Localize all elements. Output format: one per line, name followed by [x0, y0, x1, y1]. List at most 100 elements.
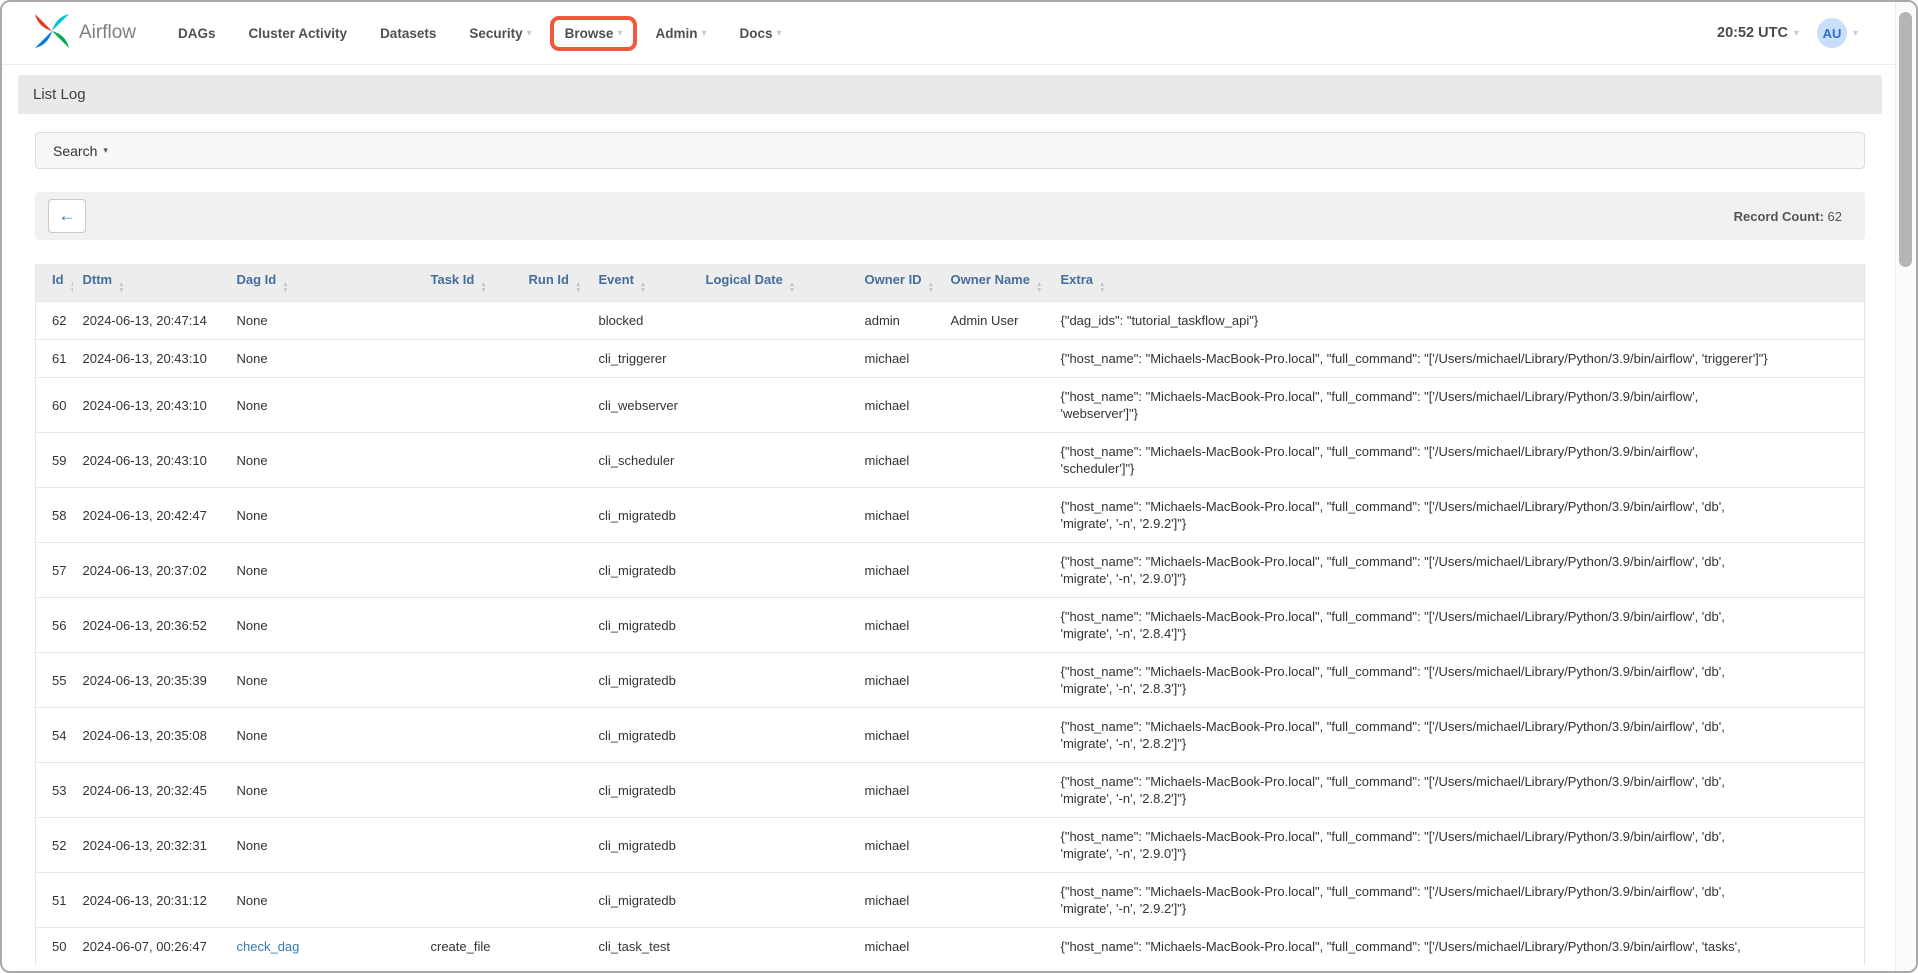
- cell-run-id: [519, 653, 589, 708]
- back-button[interactable]: ←: [48, 199, 86, 233]
- cell-owner-id: michael: [855, 763, 941, 818]
- sort-desc-icon: ▼: [70, 288, 73, 294]
- back-arrow-icon: ←: [59, 206, 76, 226]
- nav-items: DAGs Cluster Activity Datasets Security▾ Bro…: [178, 26, 782, 41]
- column-header-task-id[interactable]: Task Id▲▼: [421, 264, 519, 302]
- cell-owner-name: [941, 433, 1051, 488]
- table-row: 542024-06-13, 20:35:08Nonecli_migratedbm…: [36, 708, 1865, 763]
- column-header-dttm[interactable]: Dttm▲▼: [73, 264, 227, 302]
- table-body: 622024-06-13, 20:47:14NoneblockedadminAd…: [36, 302, 1865, 966]
- dag-link[interactable]: check_dag: [237, 939, 300, 954]
- sort-icon: ▲▼: [1099, 282, 1105, 293]
- cell-event: cli_migratedb: [589, 653, 696, 708]
- caret-down-icon: ▾: [1853, 28, 1858, 39]
- cell-dag-id: None: [227, 818, 421, 873]
- cell-extra: {"host_name": "Michaels-MacBook-Pro.loca…: [1051, 653, 1865, 708]
- cell-event: cli_migratedb: [589, 488, 696, 543]
- cell-dttm: 2024-06-13, 20:43:10: [73, 340, 227, 378]
- cell-owner-id: michael: [855, 708, 941, 763]
- caret-down-icon: ▾: [777, 28, 782, 39]
- vertical-scrollbar-thumb[interactable]: [1899, 12, 1912, 267]
- cell-owner-name: [941, 763, 1051, 818]
- column-header-id[interactable]: Id▲▼: [36, 264, 73, 302]
- cell-id: 51: [36, 873, 73, 928]
- cell-logical-date: [696, 708, 855, 763]
- cell-extra: {"dag_ids": "tutorial_taskflow_api"}: [1051, 302, 1865, 340]
- nav-item-cluster-activity[interactable]: Cluster Activity: [249, 26, 348, 41]
- cell-owner-id: michael: [855, 928, 941, 966]
- cell-dttm: 2024-06-13, 20:42:47: [73, 488, 227, 543]
- log-table: Id▲▼Dttm▲▼Dag Id▲▼Task Id▲▼Run Id▲▼Event…: [35, 264, 1865, 965]
- column-header-owner-id[interactable]: Owner ID▲▼: [855, 264, 941, 302]
- cell-event: cli_migratedb: [589, 818, 696, 873]
- cell-event: cli_migratedb: [589, 598, 696, 653]
- sort-icon: ▲▼: [789, 282, 795, 293]
- column-header-label: Extra: [1061, 272, 1094, 287]
- sort-icon: ▲▼: [1036, 282, 1042, 293]
- cell-logical-date: [696, 653, 855, 708]
- cell-owner-id: michael: [855, 378, 941, 433]
- cell-run-id: [519, 763, 589, 818]
- cell-run-id: [519, 302, 589, 340]
- column-header-extra[interactable]: Extra ▲▼: [1051, 264, 1865, 302]
- navbar: Airflow DAGs Cluster Activity Datasets Secu…: [2, 2, 1916, 65]
- cell-task-id: [421, 340, 519, 378]
- cell-owner-id: michael: [855, 340, 941, 378]
- cell-extra: {"host_name": "Michaels-MacBook-Pro.loca…: [1051, 708, 1865, 763]
- clock-display[interactable]: 20:52 UTC: [1717, 25, 1788, 41]
- cell-owner-name: Admin User: [941, 302, 1051, 340]
- column-header-label: Dttm: [83, 272, 113, 287]
- cell-logical-date: [696, 378, 855, 433]
- nav-item-label: Cluster Activity: [249, 26, 348, 41]
- cell-id: 62: [36, 302, 73, 340]
- cell-extra: {"host_name": "Michaels-MacBook-Pro.loca…: [1051, 543, 1865, 598]
- table-row: 602024-06-13, 20:43:10Nonecli_webserverm…: [36, 378, 1865, 433]
- table-row: 572024-06-13, 20:37:02Nonecli_migratedbm…: [36, 543, 1865, 598]
- table-row: 622024-06-13, 20:47:14NoneblockedadminAd…: [36, 302, 1865, 340]
- sort-desc-icon: ▼: [1036, 288, 1042, 294]
- cell-owner-id: michael: [855, 598, 941, 653]
- cell-owner-id: admin: [855, 302, 941, 340]
- cell-logical-date: [696, 873, 855, 928]
- airflow-brand[interactable]: Airflow: [32, 11, 136, 56]
- column-header-dag-id[interactable]: Dag Id▲▼: [227, 264, 421, 302]
- nav-item-admin[interactable]: Admin▾: [655, 26, 706, 41]
- column-header-owner-name[interactable]: Owner Name▲▼: [941, 264, 1051, 302]
- nav-item-security[interactable]: Security▾: [469, 26, 531, 41]
- sort-icon: ▲▼: [480, 282, 486, 293]
- column-header-event[interactable]: Event▲▼: [589, 264, 696, 302]
- record-count-label: Record Count:: [1734, 209, 1824, 224]
- sort-desc-icon: ▼: [480, 288, 486, 294]
- cell-owner-id: michael: [855, 488, 941, 543]
- search-dropdown[interactable]: Search ▾: [35, 132, 1865, 169]
- cell-logical-date: [696, 433, 855, 488]
- cell-run-id: [519, 378, 589, 433]
- cell-extra: {"host_name": "Michaels-MacBook-Pro.loca…: [1051, 378, 1865, 433]
- cell-event: cli_migratedb: [589, 873, 696, 928]
- nav-item-docs[interactable]: Docs▾: [740, 26, 782, 41]
- cell-dttm: 2024-06-13, 20:43:10: [73, 378, 227, 433]
- cell-logical-date: [696, 598, 855, 653]
- sort-icon: ▲▼: [575, 282, 581, 293]
- cell-dag-id: None: [227, 873, 421, 928]
- cell-dag-id: None: [227, 378, 421, 433]
- navbar-right: 20:52 UTC ▾ AU ▾: [1717, 18, 1858, 48]
- cell-event: blocked: [589, 302, 696, 340]
- column-header-label: Owner ID: [865, 272, 922, 287]
- sort-desc-icon: ▼: [575, 288, 581, 294]
- cell-logical-date: [696, 818, 855, 873]
- nav-item-dags[interactable]: DAGs: [178, 26, 216, 41]
- cell-run-id: [519, 928, 589, 966]
- cell-event: cli_task_test: [589, 928, 696, 966]
- column-header-run-id[interactable]: Run Id▲▼: [519, 264, 589, 302]
- cell-task-id: create_file: [421, 928, 519, 966]
- cell-run-id: [519, 818, 589, 873]
- column-header-logical-date[interactable]: Logical Date▲▼: [696, 264, 855, 302]
- cell-id: 58: [36, 488, 73, 543]
- browser-window: Airflow DAGs Cluster Activity Datasets Secu…: [0, 0, 1918, 973]
- nav-item-browse[interactable]: Browse▾: [565, 26, 623, 41]
- cell-id: 59: [36, 433, 73, 488]
- avatar[interactable]: AU: [1817, 18, 1847, 48]
- nav-item-datasets[interactable]: Datasets: [380, 26, 436, 41]
- cell-event: cli_migratedb: [589, 763, 696, 818]
